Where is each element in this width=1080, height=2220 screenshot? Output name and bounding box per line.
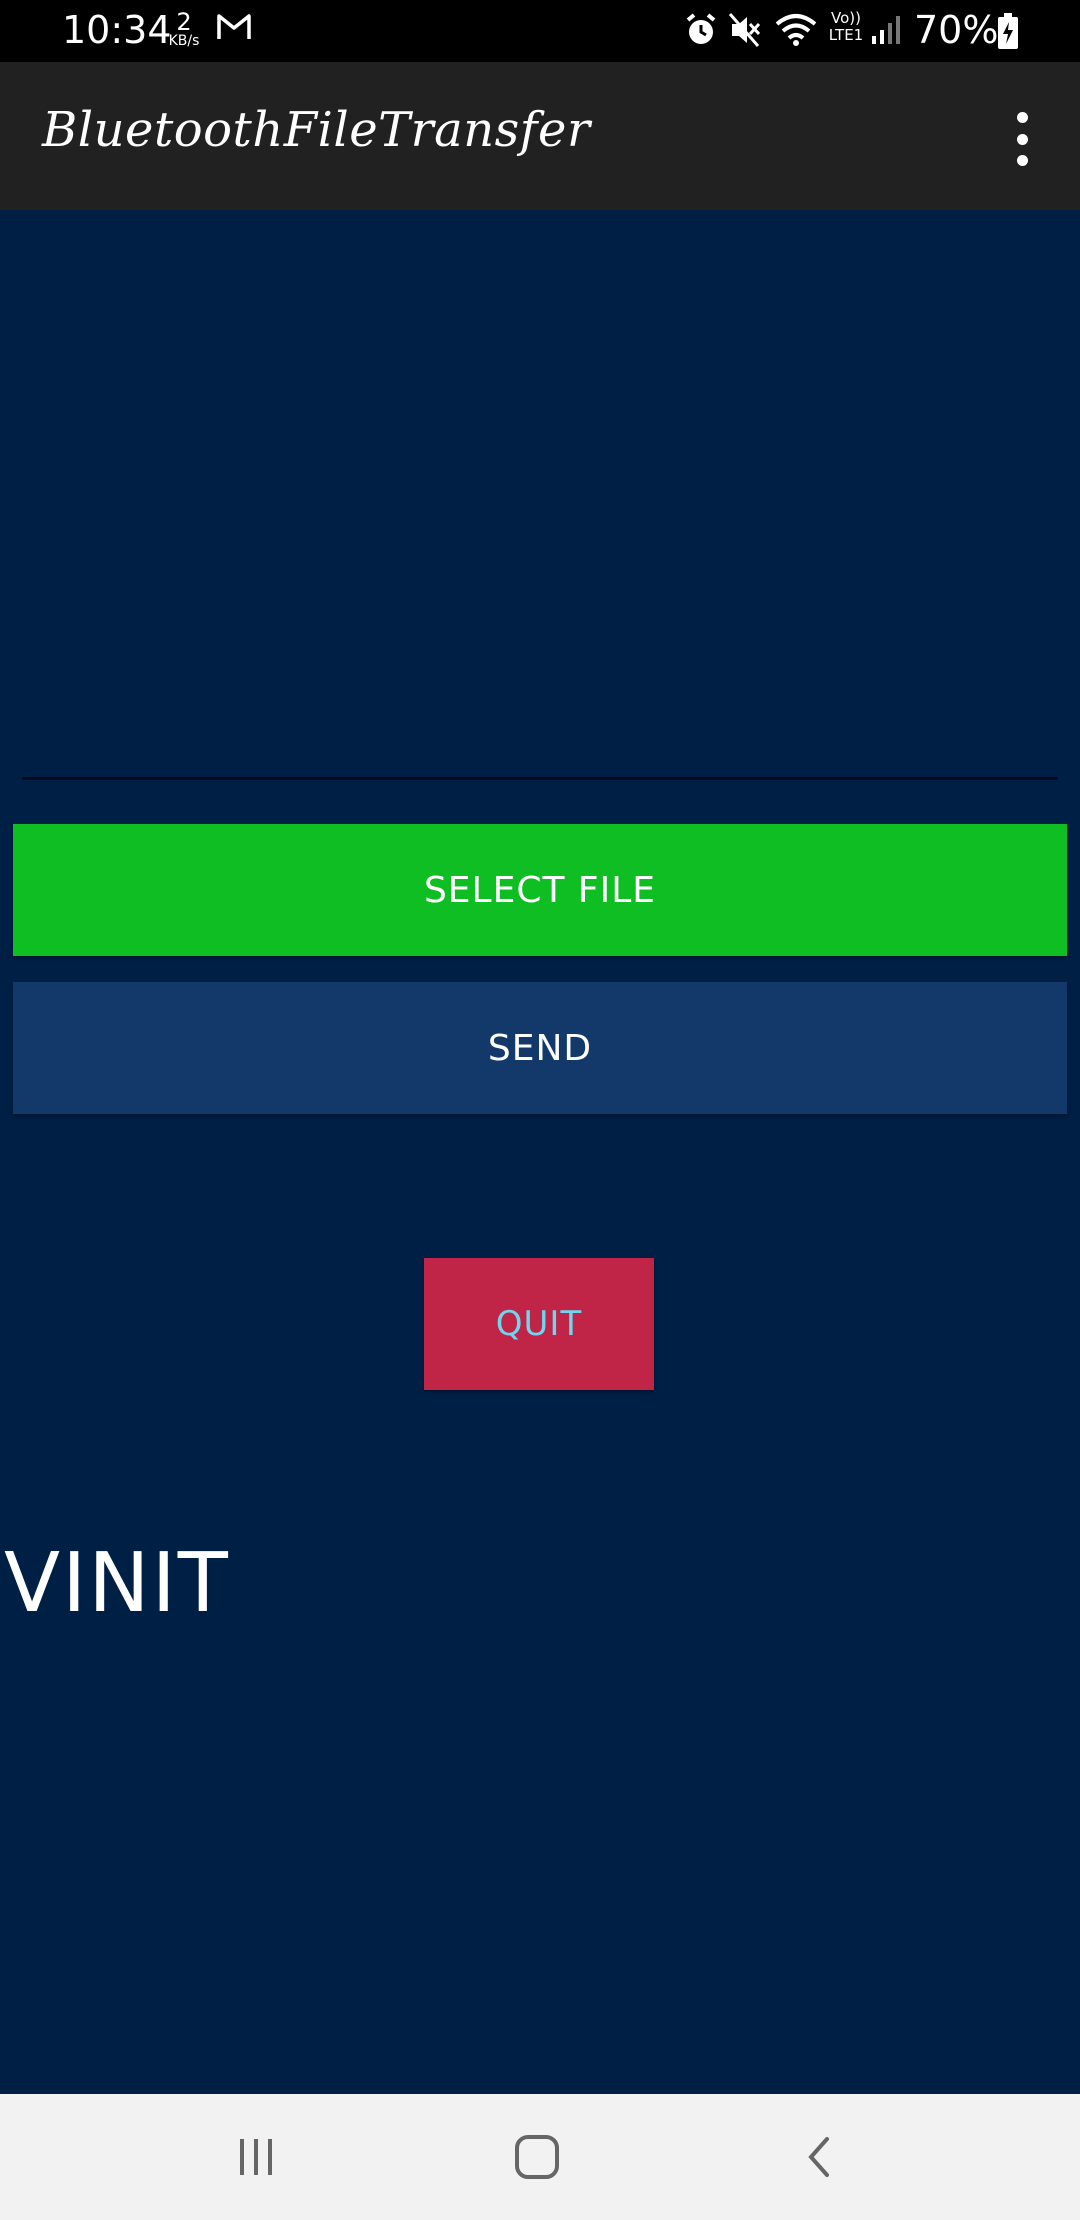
screen: 10:34 2 KB/s Vo)) LTE1 70% BluetoothFile… <box>0 0 1080 2220</box>
status-bar: 10:34 2 KB/s Vo)) LTE1 70% <box>0 0 1080 62</box>
file-path-field[interactable] <box>22 520 1058 780</box>
more-vert-icon[interactable] <box>1002 112 1042 166</box>
recents-icon[interactable] <box>221 2124 291 2190</box>
network-speed-value: 2 <box>176 8 192 36</box>
select-file-button[interactable]: SELECT FILE <box>13 824 1067 956</box>
wifi-icon <box>774 12 818 52</box>
battery-charging-icon <box>996 12 1020 54</box>
battery-percent: 70% <box>914 8 999 52</box>
signal-icon <box>870 14 902 50</box>
status-time: 10:34 <box>62 8 172 52</box>
home-icon[interactable] <box>502 2124 572 2190</box>
app-bar: BluetoothFileTransfer <box>0 62 1080 210</box>
back-icon[interactable] <box>784 2124 854 2190</box>
network-speed-unit: KB/s <box>168 33 200 49</box>
menu-dot <box>1016 133 1028 145</box>
quit-button[interactable]: QUIT <box>424 1258 654 1390</box>
gmail-icon <box>216 12 252 46</box>
network-speed: 2 KB/s <box>164 10 204 48</box>
navigation-bar <box>0 2094 1080 2220</box>
menu-dot <box>1016 155 1028 166</box>
volte-lte-indicator: Vo)) LTE1 <box>826 10 866 44</box>
lte-label: LTE1 <box>828 26 864 44</box>
alarm-icon <box>684 12 718 52</box>
app-title: BluetoothFileTransfer <box>42 102 591 158</box>
mute-icon <box>728 12 762 52</box>
name-text: VINIT <box>4 1536 230 1631</box>
menu-dot <box>1016 112 1028 123</box>
volte-label: Vo)) <box>831 9 861 27</box>
send-button[interactable]: SEND <box>13 982 1067 1114</box>
